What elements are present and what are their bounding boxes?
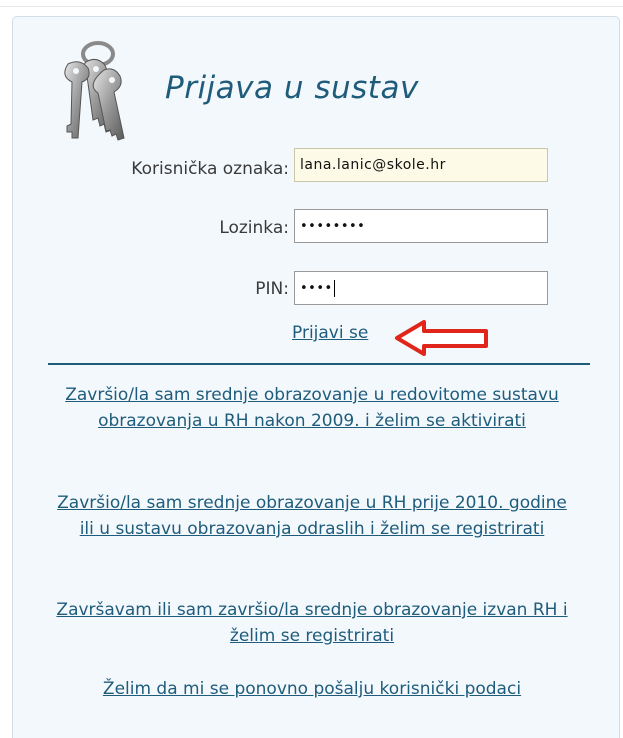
link-resend-credentials[interactable]: Želim da mi se ponovno pošalju korisničk… (48, 676, 576, 702)
password-field[interactable]: •••••••• (294, 209, 548, 243)
pin-value: •••• (300, 280, 333, 296)
section-divider (48, 363, 590, 365)
red-arrow-left-icon (395, 320, 488, 356)
page-title: Prijava u sustav (165, 70, 419, 106)
link-activate-account[interactable]: Završio/la sam srednje obrazovanje u red… (48, 382, 576, 434)
top-divider (0, 6, 623, 7)
link-register-before-2010[interactable]: Završio/la sam srednje obrazovanje u RH … (48, 490, 576, 542)
keys-icon (64, 41, 125, 141)
username-value: lana.lanic@skole.hr (300, 157, 446, 173)
password-label: Lozinka: (219, 218, 289, 238)
link-register-abroad[interactable]: Završavam ili sam završio/la srednje obr… (48, 597, 576, 649)
username-field[interactable]: lana.lanic@skole.hr (294, 148, 548, 182)
pin-field[interactable]: •••• (294, 271, 548, 305)
username-label: Korisnička oznaka: (131, 159, 289, 179)
text-caret (333, 279, 335, 297)
pin-label: PIN: (255, 279, 289, 299)
login-button[interactable]: Prijavi se (292, 323, 368, 343)
password-value: •••••••• (300, 218, 366, 234)
